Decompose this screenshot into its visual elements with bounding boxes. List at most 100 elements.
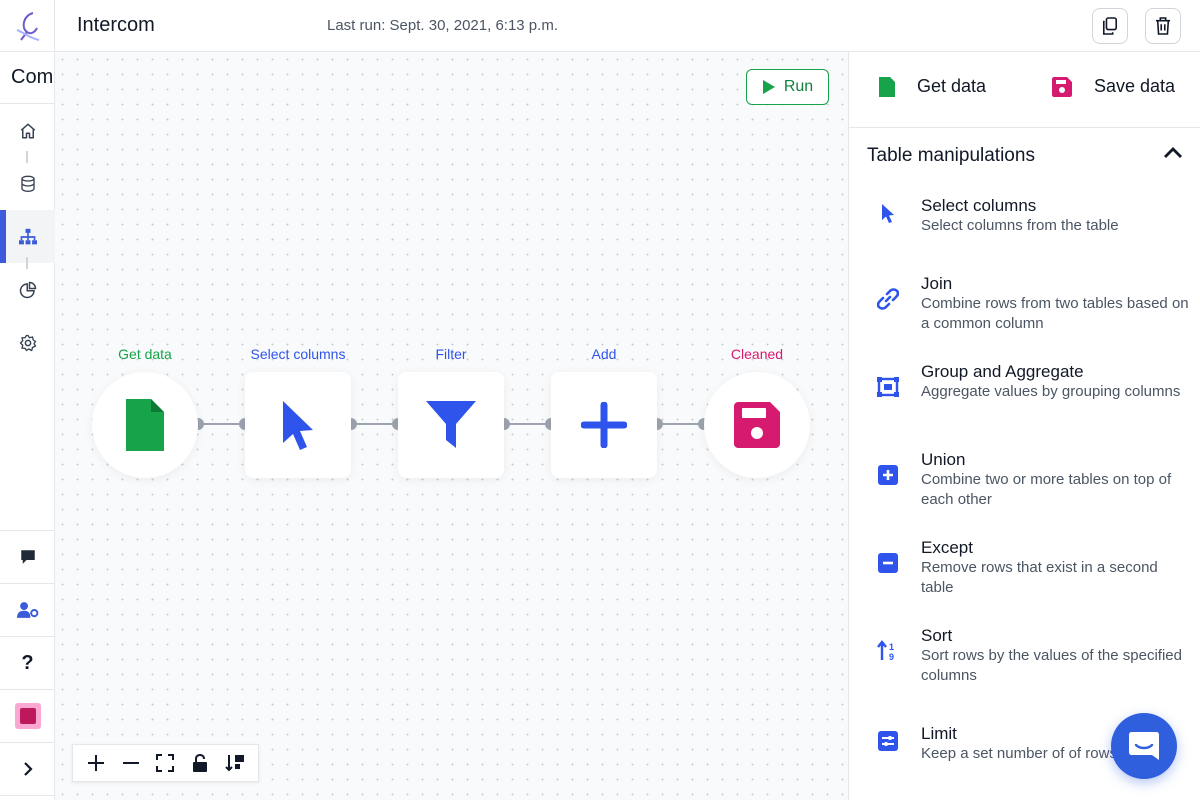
copy-icon (1102, 17, 1118, 35)
delete-button[interactable] (1145, 8, 1181, 44)
node-select-columns[interactable] (245, 372, 351, 478)
database-icon (20, 175, 35, 192)
avatar (14, 703, 41, 729)
home-icon (20, 123, 35, 138)
nav-pipelines[interactable] (0, 210, 55, 263)
chevron-up-icon (1164, 147, 1182, 158)
node-cleaned[interactable] (704, 372, 810, 478)
op-title: Select columns (921, 196, 1037, 215)
layout-button[interactable] (221, 749, 249, 777)
op-desc: Sort rows by the values of the specified… (921, 647, 1182, 684)
node-add[interactable] (551, 372, 657, 478)
edge (198, 423, 245, 425)
nav-settings[interactable] (0, 316, 55, 369)
pipeline-canvas[interactable]: Run Get data Select columns Filter Add C… (55, 52, 848, 800)
lock-button[interactable] (186, 749, 214, 777)
user-settings-icon (16, 602, 38, 618)
op-title: Sort (921, 626, 953, 645)
page-title: Intercom (77, 14, 155, 36)
zoom-controls (72, 744, 259, 782)
nav-help[interactable]: ? (0, 637, 55, 690)
zoom-in-button[interactable] (82, 749, 110, 777)
op-title: Group and Aggregate (921, 362, 1084, 381)
nav-expand[interactable] (0, 743, 55, 796)
edge (351, 423, 398, 425)
help-icon: ? (21, 651, 34, 674)
run-label: Run (783, 78, 814, 95)
op-title: Limit (921, 724, 957, 743)
edge (504, 423, 551, 425)
op-select-columns[interactable]: Select columns Select columns from the t… (849, 196, 1200, 266)
duplicate-button[interactable] (1092, 8, 1128, 44)
nav-home[interactable] (0, 104, 55, 157)
op-union[interactable]: Union Combine two or more tables on top … (849, 450, 1200, 530)
rail-connector (26, 257, 28, 269)
zoom-out-button[interactable] (117, 749, 145, 777)
nav-dashboards[interactable] (0, 263, 55, 316)
node-filter[interactable] (398, 372, 504, 478)
fit-view-button[interactable] (151, 749, 179, 777)
messenger-icon (1129, 732, 1159, 760)
op-join[interactable]: Join Combine rows from two tables based … (849, 274, 1200, 354)
operations-panel: Get data Save data Table manipulations S… (848, 52, 1200, 800)
node-get-data[interactable] (92, 372, 198, 478)
op-desc: Remove rows that exist in a second table (921, 559, 1158, 596)
zoom-in-icon (88, 755, 105, 771)
fit-view-icon (156, 754, 175, 772)
left-rail: Com ? (0, 0, 55, 800)
plus-icon (581, 402, 627, 448)
app-logo[interactable] (0, 0, 55, 52)
svg-text:1: 1 (889, 642, 894, 652)
save-data-button[interactable]: Save data (1052, 76, 1175, 97)
op-title: Join (921, 274, 953, 293)
sliders-icon (877, 730, 899, 752)
save-icon (734, 402, 780, 448)
filter-icon (426, 401, 476, 448)
plus-square-icon (877, 464, 899, 486)
pipeline-icon (18, 228, 37, 244)
op-except[interactable]: Except Remove rows that exist in a secon… (849, 538, 1200, 618)
nav-avatar[interactable] (0, 690, 55, 743)
get-data-label: Get data (917, 76, 987, 96)
get-data-button[interactable]: Get data (879, 76, 986, 97)
collapse-button[interactable] (1163, 146, 1183, 165)
node-label: Filter (435, 346, 467, 362)
svg-text:9: 9 (889, 652, 894, 662)
group-icon (877, 376, 899, 398)
nav-user-settings[interactable] (0, 584, 55, 637)
link-icon (877, 288, 899, 310)
chat-icon (20, 550, 35, 564)
sort-icon: 19 (877, 640, 899, 662)
logo-icon (16, 11, 39, 41)
chat-launcher-button[interactable] (1111, 713, 1177, 779)
op-desc: Select columns from the table (921, 217, 1119, 234)
minus-square-icon (877, 552, 899, 574)
nav-chat[interactable] (0, 531, 55, 584)
trash-icon (1155, 17, 1171, 35)
op-title: Union (921, 450, 966, 469)
nav-data[interactable] (0, 157, 55, 210)
edge (657, 423, 704, 425)
save-data-label: Save data (1094, 76, 1176, 96)
op-group-aggregate[interactable]: Group and Aggregate Aggregate values by … (849, 362, 1200, 442)
zoom-out-icon (122, 762, 139, 764)
node-label: Add (591, 346, 617, 362)
run-button[interactable]: Run (746, 69, 829, 105)
project-name: Com (0, 52, 55, 104)
op-title: Except (921, 538, 973, 557)
rail-connector (26, 151, 28, 163)
op-desc: Combine two or more tables on top of eac… (921, 471, 1172, 508)
node-label: Get data (118, 346, 172, 362)
rail-nav (0, 104, 55, 369)
op-sort[interactable]: 19 Sort Sort rows by the values of the s… (849, 626, 1200, 706)
panel-top: Get data Save data (849, 52, 1200, 128)
cursor-icon (877, 202, 899, 224)
cursor-icon (283, 401, 313, 450)
header: Intercom Last run: Sept. 30, 2021, 6:13 … (55, 0, 1200, 52)
play-icon (762, 80, 775, 94)
node-label: Cleaned (730, 346, 784, 362)
save-icon (1052, 76, 1072, 97)
op-desc: Combine rows from two tables based on a … (921, 295, 1189, 332)
lock-icon (193, 754, 208, 772)
op-desc: Aggregate values by grouping columns (921, 383, 1181, 400)
